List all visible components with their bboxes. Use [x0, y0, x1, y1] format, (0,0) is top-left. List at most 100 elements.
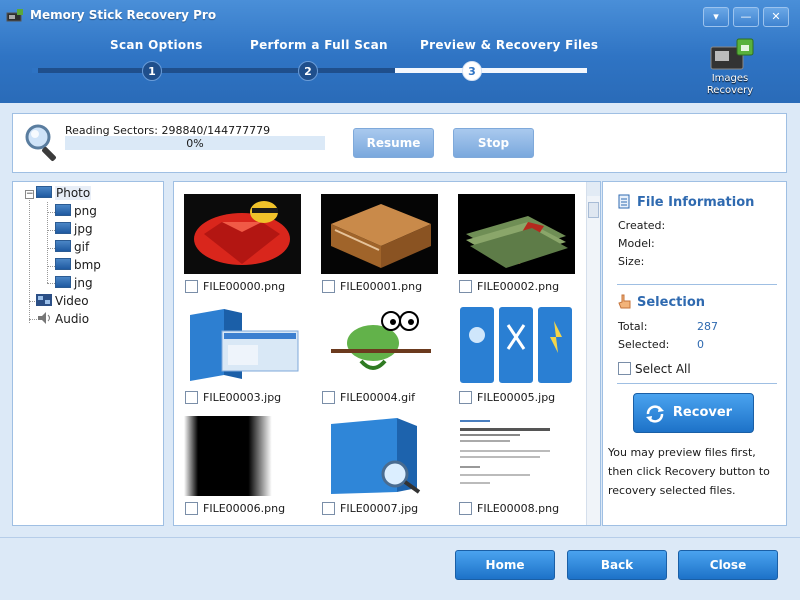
thumbnail-checkbox[interactable] — [322, 280, 335, 293]
tree-node-label: bmp — [74, 258, 101, 272]
thumbnail-image — [321, 194, 438, 274]
image-folder-icon — [55, 276, 71, 288]
file-type-tree: − Photo png jpg gif bmp jng Video Audio — [12, 181, 164, 526]
home-button[interactable]: Home — [455, 550, 555, 580]
step-label-full-scan: Perform a Full Scan — [250, 38, 388, 52]
refresh-icon — [646, 405, 664, 423]
thumbnail-scrollbar[interactable] — [586, 182, 600, 525]
back-button[interactable]: Back — [567, 550, 667, 580]
thumbnail-filename: FILE00003.jpg — [203, 391, 282, 404]
app-icon — [6, 9, 23, 22]
selected-label: Selected: — [618, 338, 670, 351]
image-folder-icon — [36, 186, 52, 198]
divider — [617, 284, 777, 285]
thumbnail-checkbox[interactable] — [459, 280, 472, 293]
memory-stick-icon — [710, 38, 754, 70]
progress-track-completed — [32, 68, 302, 73]
model-label: Model: — [618, 237, 655, 250]
step-circle-3: 3 — [462, 61, 482, 81]
tree-node-label: jpg — [74, 222, 93, 236]
window-menu-button[interactable]: ▾ — [703, 7, 729, 27]
info-panel: File Information Created: Model: Size: S… — [602, 181, 787, 526]
images-recovery-label: Images Recovery — [697, 73, 763, 97]
window-minimize-button[interactable]: — — [733, 7, 759, 27]
thumbnail-filename: FILE00005.jpg — [477, 391, 556, 404]
window-close-button[interactable]: ✕ — [763, 7, 789, 27]
thumbnail-filename: FILE00008.png — [477, 502, 560, 515]
step-label-preview-recovery: Preview & Recovery Files — [420, 38, 599, 52]
file-information-title: File Information — [637, 195, 755, 210]
hand-pointer-icon — [618, 294, 631, 309]
selection-title: Selection — [637, 295, 706, 310]
thumbnail-checkbox[interactable] — [185, 280, 198, 293]
app-title: Memory Stick Recovery Pro — [30, 8, 217, 22]
thumbnail-image — [184, 194, 301, 274]
thumbnail-image — [321, 305, 438, 385]
image-folder-icon — [55, 204, 71, 216]
scrollbar-thumb[interactable] — [588, 202, 599, 218]
tree-node-audio[interactable]: Audio — [36, 312, 89, 326]
tree-node-photo[interactable]: Photo — [36, 186, 92, 200]
thumbnail-image — [184, 305, 301, 385]
scroll-up-arrow-icon[interactable] — [587, 182, 600, 196]
thumbnail-image — [458, 416, 575, 496]
scan-progress-text: 0% — [186, 137, 204, 150]
image-folder-icon — [55, 258, 71, 270]
images-recovery-badge: Images Recovery — [697, 35, 763, 99]
tree-node-label: jng — [74, 276, 93, 290]
select-all-checkbox[interactable] — [618, 362, 631, 375]
size-label: Size: — [618, 255, 645, 268]
expand-collapse-toggle[interactable]: − — [25, 190, 34, 199]
thumbnail-filename: FILE00006.png — [203, 502, 286, 515]
image-folder-icon — [55, 222, 71, 234]
tree-node-jpg[interactable]: jpg — [55, 222, 93, 236]
divider — [617, 383, 777, 384]
thumbnail-filename: FILE00000.png — [203, 280, 286, 293]
tree-node-video[interactable]: Video — [36, 294, 89, 308]
selected-value: 0 — [697, 338, 704, 351]
thumbnail-checkbox[interactable] — [459, 502, 472, 515]
tree-node-label: Photo — [55, 186, 92, 200]
image-folder-icon — [55, 240, 71, 252]
thumbnail-checkbox[interactable] — [322, 391, 335, 404]
tree-node-label: Video — [55, 294, 89, 308]
created-label: Created: — [618, 219, 666, 232]
resume-button[interactable]: Resume — [353, 128, 434, 158]
recover-button[interactable]: Recover — [633, 393, 754, 433]
step-circle-2: 2 — [298, 61, 318, 81]
total-label: Total: — [618, 320, 648, 333]
thumbnail-checkbox[interactable] — [459, 391, 472, 404]
badge-line-1: Images — [711, 73, 749, 84]
thumbnail-image — [458, 305, 575, 385]
scan-progress-bar: 0% — [65, 136, 325, 150]
scan-status-panel: Reading Sectors: 298840/144777779 0% Res… — [12, 113, 787, 173]
thumbnail-checkbox[interactable] — [185, 502, 198, 515]
tree-node-label: gif — [74, 240, 90, 254]
document-icon — [618, 194, 630, 209]
tree-node-label: png — [74, 204, 97, 218]
speaker-icon — [38, 312, 50, 324]
select-all-label[interactable]: Select All — [635, 362, 691, 376]
thumbnail-filename: FILE00001.png — [340, 280, 423, 293]
thumbnail-image — [458, 194, 575, 274]
thumbnail-grid: FILE00000.png FILE00001.png FILE00002.pn… — [173, 181, 601, 526]
thumbnail-filename: FILE00007.jpg — [340, 502, 419, 515]
footer: Home Back Close — [0, 537, 800, 600]
progress-track-gap — [32, 68, 38, 73]
tree-node-jng[interactable]: jng — [55, 276, 93, 290]
step-label-scan-options: Scan Options — [110, 38, 203, 52]
title-bar: Memory Stick Recovery Pro ▾ — ✕ — [0, 0, 800, 30]
tree-node-png[interactable]: png — [55, 204, 97, 218]
close-button[interactable]: Close — [678, 550, 778, 580]
recover-button-label: Recover — [672, 405, 733, 420]
badge-line-2: Recovery — [706, 85, 754, 96]
tree-node-label: Audio — [55, 312, 90, 326]
stop-button[interactable]: Stop — [453, 128, 534, 158]
thumbnail-checkbox[interactable] — [322, 502, 335, 515]
thumbnail-image — [321, 416, 438, 496]
thumbnail-filename: FILE00002.png — [477, 280, 560, 293]
thumbnail-filename: FILE00004.gif — [340, 391, 416, 404]
thumbnail-checkbox[interactable] — [185, 391, 198, 404]
tree-node-gif[interactable]: gif — [55, 240, 89, 254]
tree-node-bmp[interactable]: bmp — [55, 258, 101, 272]
